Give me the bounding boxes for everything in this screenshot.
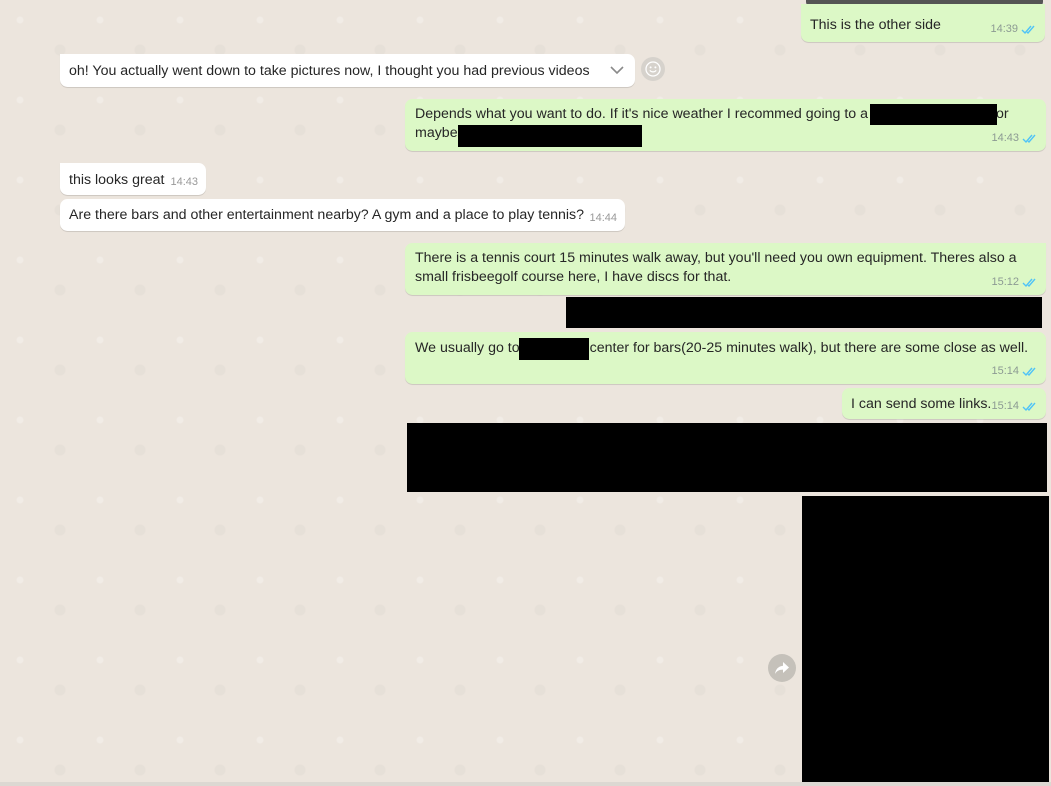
message-meta: 14:39 [990,20,1037,39]
message-time: 14:39 [990,23,1018,35]
redaction [870,104,997,125]
message-time: 14:43 [991,132,1019,144]
message-outgoing[interactable]: This is the other side 14:39 [801,4,1045,42]
message-time: 15:14 [991,365,1019,377]
message-text-part: or [996,106,1009,122]
message-text-part: Depends what you want to do. If it's nic… [415,106,869,122]
message-time: 15:14 [991,400,1019,412]
double-check-icon [1022,402,1036,412]
emoji-reaction-button[interactable] [641,57,665,81]
message-outgoing[interactable]: We usually go to center for bars(20-25 mi… [405,332,1046,384]
message-text: Are there bars and other entertainment n… [69,207,585,223]
chat-panel[interactable]: This is the other side 14:39 oh! You act… [0,0,1051,786]
message-meta: 15:14 [991,362,1038,381]
double-check-icon [1021,25,1035,35]
message-meta: 15:12 [991,273,1038,292]
message-text-line: There is a tennis court 15 minutes walk … [415,250,1017,266]
message-incoming[interactable]: Are there bars and other entertainment n… [60,199,625,231]
redacted-message[interactable] [407,423,1047,492]
forward-icon [775,662,789,674]
double-check-icon [1022,134,1036,144]
message-meta: 14:43 [170,173,198,192]
message-time: 14:43 [170,176,198,188]
message-outgoing[interactable]: I can send some links. 15:14 [842,388,1046,419]
chevron-down-icon[interactable] [609,62,625,78]
message-meta: 15:14 [991,397,1038,416]
message-time: 14:44 [589,212,617,224]
message-text-line: small frisbeegolf course here, I have di… [415,269,732,285]
message-text: oh! You actually went down to take pictu… [69,63,590,79]
double-check-icon [1022,278,1036,288]
message-text-part: We usually go to [415,340,520,356]
message-meta: 14:44 [589,209,617,228]
message-incoming[interactable]: this looks great 14:43 [60,163,206,195]
message-text-part: center for bars(20-25 minutes walk), but… [589,340,1029,356]
forward-button[interactable] [768,654,796,682]
redacted-message[interactable] [566,297,1042,328]
smiley-icon [645,61,661,77]
redacted-image-message[interactable] [802,496,1049,786]
bottom-edge [0,782,1051,786]
redaction [519,338,589,360]
message-outgoing[interactable]: There is a tennis court 15 minutes walk … [405,243,1046,295]
message-meta: 14:43 [991,129,1038,148]
message-text-line: We usually go to center for bars(20-25 mi… [415,339,1046,358]
redaction [458,125,642,147]
message-time: 15:12 [991,276,1019,288]
message-incoming[interactable]: oh! You actually went down to take pictu… [60,54,635,87]
double-check-icon [1022,367,1036,377]
